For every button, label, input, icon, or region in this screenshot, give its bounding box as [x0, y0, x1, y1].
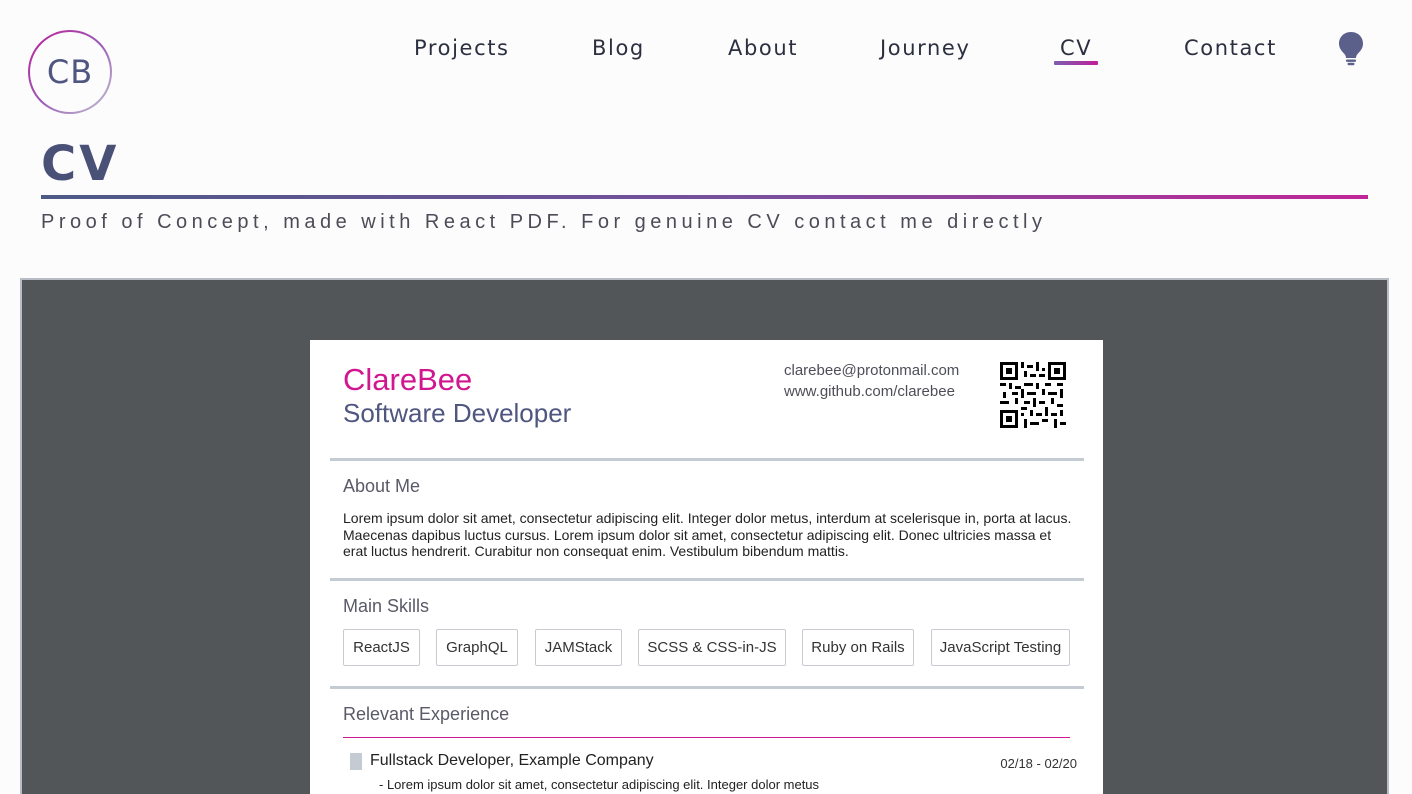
page-title: CV — [41, 136, 120, 192]
nav-projects[interactable]: Projects — [414, 36, 510, 60]
logo[interactable]: CB — [28, 30, 112, 114]
skill-tag: GraphQL — [436, 629, 518, 666]
qr-code-icon — [1000, 362, 1066, 428]
about-heading: About Me — [343, 476, 421, 496]
section-divider — [330, 686, 1084, 689]
logo-text: CB — [30, 32, 110, 112]
page-subtitle: Proof of Concept, made with React PDF. F… — [41, 211, 1047, 233]
nav-about[interactable]: About — [728, 36, 798, 60]
cv-contact: clarebee@protonmail.com www.github.com/c… — [784, 360, 959, 402]
pdf-viewer[interactable]: ClareBee Software Developer clarebee@pro… — [20, 278, 1389, 794]
cv-role: Software Developer — [343, 398, 572, 428]
experience-bullet: - Lorem ipsum dolor sit amet, consectetu… — [379, 777, 820, 792]
cv-page: ClareBee Software Developer clarebee@pro… — [310, 340, 1103, 794]
skill-tag: SCSS & CSS-in-JS — [638, 629, 786, 666]
nav-cv[interactable]: CV — [1053, 36, 1099, 65]
nav-contact[interactable]: Contact — [1184, 36, 1277, 60]
experience-dates: 02/18 - 02/20 — [1000, 756, 1077, 771]
nav-blog[interactable]: Blog — [592, 36, 645, 60]
experience-heading: Relevant Experience — [343, 704, 510, 724]
cv-website[interactable]: www.github.com/clarebee — [784, 381, 959, 402]
skill-tag: JavaScript Testing — [931, 629, 1070, 666]
skills-heading: Main Skills — [343, 596, 430, 616]
skill-tag: Ruby on Rails — [802, 629, 914, 666]
section-divider — [330, 458, 1084, 461]
lightbulb-icon[interactable] — [1337, 30, 1365, 66]
nav-journey[interactable]: Journey — [880, 36, 970, 60]
cv-email[interactable]: clarebee@protonmail.com — [784, 360, 959, 381]
skill-tag: JAMStack — [535, 629, 622, 666]
title-divider — [41, 195, 1368, 199]
cv-name: ClareBee — [343, 362, 473, 397]
experience-title: Fullstack Developer, Example Company — [370, 752, 654, 769]
skill-tag: ReactJS — [343, 629, 420, 666]
experience-marker — [350, 753, 362, 770]
section-divider — [330, 578, 1084, 581]
experience-divider — [343, 737, 1070, 738]
about-text: Lorem ipsum dolor sit amet, consectetur … — [343, 510, 1072, 559]
